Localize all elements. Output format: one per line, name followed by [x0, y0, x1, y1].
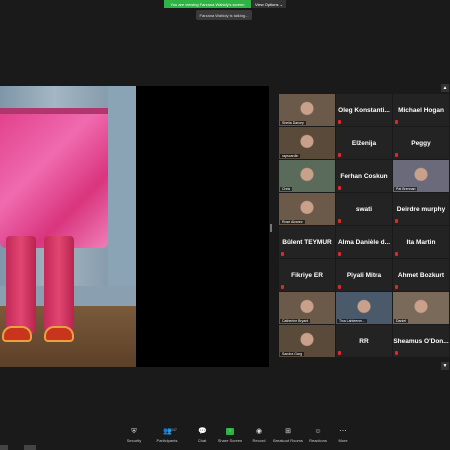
- participant-name: Pat Brennan: [394, 187, 418, 191]
- participant-tile[interactable]: Deirdre murphy: [393, 193, 449, 225]
- participant-tile[interactable]: Pat Brennan: [393, 160, 449, 192]
- participant-name: Sandra Garg: [280, 352, 305, 356]
- participant-name: Oleg Konstanti...: [338, 106, 390, 114]
- muted-mic-icon: [338, 120, 341, 124]
- breakout-rooms-icon: ⊞: [285, 428, 291, 435]
- participant-tile[interactable]: Sheila Darcey: [279, 94, 335, 126]
- muted-mic-icon: [338, 186, 341, 190]
- active-speaker-label: Farzana Wahidy is talking...: [196, 10, 252, 20]
- participant-tile[interactable]: Rose Alvarez: [279, 193, 335, 225]
- gallery-scroll-up-icon[interactable]: ▲: [441, 84, 449, 92]
- participant-tile[interactable]: RR: [336, 325, 392, 357]
- participant-tile[interactable]: Catherine Bryant: [279, 292, 335, 324]
- participant-name: RR: [359, 337, 369, 345]
- more-icon: ⋯: [339, 428, 347, 435]
- participant-name: Deirdre murphy: [396, 205, 446, 213]
- participant-name: Ferhan Coskun: [340, 172, 388, 180]
- participants-icon: 👥: [163, 428, 172, 435]
- view-options-button[interactable]: View Options ⌄: [251, 0, 286, 8]
- participant-name: Chris: [280, 187, 293, 191]
- screen-share-banner: You are viewing Farzana Wahidy's screen …: [164, 0, 286, 8]
- muted-mic-icon: [281, 285, 284, 289]
- muted-mic-icon: [395, 351, 398, 355]
- participant-name: swati: [355, 205, 373, 213]
- participant-count: 247: [171, 428, 177, 432]
- security-button[interactable]: ⛨ Security: [117, 428, 151, 443]
- more-button[interactable]: ⋯ More: [326, 428, 360, 443]
- muted-mic-icon: [395, 285, 398, 289]
- shared-photo: [0, 86, 136, 367]
- shield-icon: ⛨: [131, 428, 137, 435]
- participant-name: Ita Martin: [406, 238, 436, 246]
- participant-tile[interactable]: Oleg Konstanti...: [336, 94, 392, 126]
- participant-tile[interactable]: Sandra Garg: [279, 325, 335, 357]
- muted-mic-icon: [338, 285, 341, 289]
- participant-name: Ahmet Bozkurt: [397, 271, 445, 279]
- participant-name: Piyali Mitra: [346, 271, 382, 279]
- participant-name: Sheamus O'Don...: [393, 337, 449, 345]
- participant-tile[interactable]: Alma Danièle d...: [336, 226, 392, 258]
- participant-tile[interactable]: Michael Hogan: [393, 94, 449, 126]
- participant-tile[interactable]: Fikriye ER: [279, 259, 335, 291]
- share-screen-icon: ↑: [226, 428, 234, 435]
- participant-tile[interactable]: Ferhan Coskun: [336, 160, 392, 192]
- participant-name: Bülent TEYMUR: [282, 238, 332, 246]
- participant-tile[interactable]: Bülent TEYMUR: [279, 226, 335, 258]
- record-icon: ◉: [255, 428, 263, 435]
- participant-tile[interactable]: rapscardin: [279, 127, 335, 159]
- participant-name: Fikriye ER: [291, 271, 323, 279]
- taskbar-item[interactable]: [0, 445, 8, 450]
- participant-tile[interactable]: Piyali Mitra: [336, 259, 392, 291]
- muted-mic-icon: [338, 219, 341, 223]
- shared-screen: [0, 86, 269, 367]
- muted-mic-icon: [395, 120, 398, 124]
- participant-name: rapscardin: [280, 154, 301, 158]
- participant-tile[interactable]: Tina Lahteenm...: [336, 292, 392, 324]
- participant-name: Catherine Bryant: [280, 319, 311, 323]
- participant-tile[interactable]: Chris: [279, 160, 335, 192]
- participant-tile[interactable]: Sheamus O'Don...: [393, 325, 449, 357]
- muted-mic-icon: [281, 252, 284, 256]
- breakout-rooms-button[interactable]: ⊞ Breakout Rooms: [271, 428, 305, 443]
- viewing-screen-label: You are viewing Farzana Wahidy's screen: [164, 0, 251, 8]
- participant-tile[interactable]: Ita Martin: [393, 226, 449, 258]
- panel-resize-handle[interactable]: [270, 224, 272, 232]
- participant-name: Elženija: [351, 139, 377, 147]
- participant-tile[interactable]: Ahmet Bozkurt: [393, 259, 449, 291]
- muted-mic-icon: [338, 153, 341, 157]
- participant-name: Daniel: [394, 319, 408, 323]
- participant-name: Sheila Darcey: [280, 121, 306, 125]
- participant-tile[interactable]: Daniel: [393, 292, 449, 324]
- gallery-scroll-down-icon[interactable]: ▼: [441, 362, 449, 370]
- participant-name: Alma Danièle d...: [337, 238, 391, 246]
- muted-mic-icon: [395, 219, 398, 223]
- participant-tile[interactable]: Peggy: [393, 127, 449, 159]
- muted-mic-icon: [338, 252, 341, 256]
- participant-tile[interactable]: Elženija: [336, 127, 392, 159]
- taskbar-item[interactable]: [24, 445, 36, 450]
- participant-name: Tina Lahteenm...: [337, 319, 368, 323]
- muted-mic-icon: [338, 351, 341, 355]
- muted-mic-icon: [395, 153, 398, 157]
- meeting-toolbar: ⛨ Security 👥 247 Participants 💬 Chat ↑ S…: [0, 425, 450, 450]
- participant-name: Peggy: [411, 139, 431, 147]
- chat-icon: 💬: [198, 428, 207, 435]
- participant-tile[interactable]: swati: [336, 193, 392, 225]
- participant-name: Michael Hogan: [398, 106, 444, 114]
- participant-name: Rose Alvarez: [280, 220, 305, 224]
- muted-mic-icon: [395, 252, 398, 256]
- reactions-icon: ☺: [314, 428, 322, 435]
- participants-button[interactable]: 👥 247 Participants: [150, 428, 184, 443]
